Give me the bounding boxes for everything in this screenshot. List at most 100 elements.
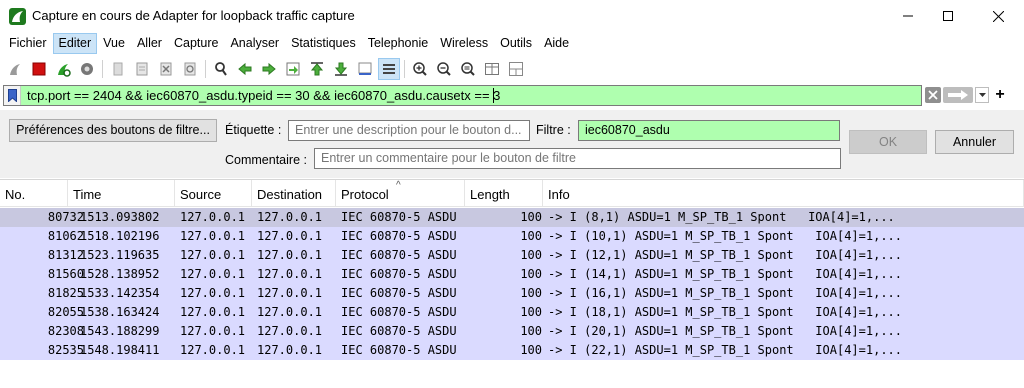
go-forward-button[interactable]: [258, 58, 280, 80]
close-file-button[interactable]: [155, 58, 177, 80]
packet-cell-src: 127.0.0.1: [180, 324, 246, 338]
packet-cell-proto: IEC 60870-5 ASDU: [341, 267, 457, 281]
menu-statistiques[interactable]: Statistiques: [285, 33, 362, 54]
packet-cell-dst: 127.0.0.1: [257, 286, 323, 300]
packet-cell-time: 1533.142354: [80, 286, 160, 300]
main-toolbar: [0, 55, 1024, 83]
menu-editer[interactable]: Editer: [52, 32, 98, 54]
menu-outils[interactable]: Outils: [494, 33, 538, 54]
packet-row[interactable]: 82055 1538.163424 127.0.0.1 127.0.0.1 IEC 60…: [0, 303, 1024, 322]
packet-cell-time: 1518.102196: [80, 229, 160, 243]
filter-input[interactable]: iec60870_asdu: [578, 120, 840, 141]
packet-row[interactable]: 80732 1513.093802 127.0.0.1 127.0.0.1 IEC 60…: [0, 208, 1024, 227]
open-file-icon: [113, 62, 123, 76]
apply-filter-button[interactable]: [943, 87, 973, 103]
start-capture-icon: [10, 64, 20, 75]
packet-cell-proto: IEC 60870-5 ASDU: [341, 305, 457, 319]
restart-capture-button[interactable]: [52, 58, 74, 80]
clear-filter-button[interactable]: [925, 87, 941, 103]
packet-row[interactable]: 81560 1528.138952 127.0.0.1 127.0.0.1 IEC 60…: [0, 265, 1024, 284]
stop-capture-icon: [32, 62, 46, 76]
go-last-button[interactable]: [330, 58, 352, 80]
packet-row[interactable]: 82308 1543.188299 127.0.0.1 127.0.0.1 IEC 60…: [0, 322, 1024, 341]
close-file-icon: [160, 62, 172, 76]
packet-cell-no: 81560: [47, 267, 84, 281]
display-filter-input[interactable]: tcp.port == 2404 && iec60870_asdu.typeid…: [27, 88, 500, 103]
packet-cell-len: 100: [520, 267, 542, 281]
stop-capture-button[interactable]: [28, 58, 50, 80]
menu-telephonie[interactable]: Telephonie: [362, 33, 434, 54]
save-file-icon: [136, 62, 148, 76]
ok-button[interactable]: OK: [849, 130, 927, 154]
packet-cell-info: -> I (8,1) ASDU=1 M_SP_TB_1 Spont IOA[4]…: [548, 210, 895, 224]
add-filter-button[interactable]: +: [993, 86, 1007, 104]
capture-options-button[interactable]: [76, 58, 98, 80]
column-header-protocol[interactable]: Protocol: [336, 180, 465, 207]
menu-wireless[interactable]: Wireless: [434, 33, 494, 54]
zoom-out-button[interactable]: [433, 58, 455, 80]
cancel-button[interactable]: Annuler: [935, 130, 1014, 154]
start-capture-button[interactable]: [4, 58, 26, 80]
packet-cell-info: -> I (12,1) ASDU=1 M_SP_TB_1 Spont IOA[4…: [548, 248, 903, 262]
filter-button-preferences-button[interactable]: Préférences des boutons de filtre...: [9, 119, 217, 142]
label-input[interactable]: Entrer une description pour le bouton d.…: [288, 120, 530, 141]
comment-caption: Commentaire :: [225, 153, 307, 167]
filter-history-dropdown[interactable]: [975, 87, 989, 103]
close-button[interactable]: [975, 0, 1021, 32]
menu-vue[interactable]: Vue: [97, 33, 131, 54]
zoom-in-button[interactable]: [409, 58, 431, 80]
find-packet-icon: [215, 62, 227, 76]
packet-row[interactable]: 81312 1523.119635 127.0.0.1 127.0.0.1 IEC 60…: [0, 246, 1024, 265]
packet-row[interactable]: 81825 1533.142354 127.0.0.1 127.0.0.1 IEC 60…: [0, 284, 1024, 303]
column-header-info[interactable]: Info: [543, 180, 1024, 207]
packet-cell-time: 1513.093802: [80, 210, 160, 224]
reload-file-button[interactable]: [179, 58, 201, 80]
find-packet-button[interactable]: [210, 58, 232, 80]
go-to-packet-button[interactable]: [282, 58, 304, 80]
go-to-packet-icon: [286, 62, 300, 76]
close-icon: [992, 10, 1004, 22]
comment-input[interactable]: Entrer un commentaire pour le bouton de …: [314, 148, 841, 169]
maximize-button[interactable]: [925, 0, 971, 32]
packet-cell-len: 100: [520, 305, 542, 319]
open-file-button[interactable]: [107, 58, 129, 80]
packet-cell-proto: IEC 60870-5 ASDU: [341, 286, 457, 300]
packet-cell-dst: 127.0.0.1: [257, 210, 323, 224]
column-header-destination[interactable]: Destination: [252, 180, 336, 207]
resize-layout-button[interactable]: [505, 58, 527, 80]
save-file-button[interactable]: [131, 58, 153, 80]
auto-scroll-button[interactable]: [354, 58, 376, 80]
column-header-time[interactable]: Time: [68, 180, 175, 207]
normal-size-button[interactable]: [457, 58, 479, 80]
go-back-icon: [238, 62, 252, 76]
packet-cell-src: 127.0.0.1: [180, 305, 246, 319]
menu-fichier[interactable]: Fichier: [3, 33, 53, 54]
wireshark-window: Capture en cours de Adapter for loopback…: [0, 0, 1024, 388]
menu-aide[interactable]: Aide: [538, 33, 575, 54]
menu-aller[interactable]: Aller: [131, 33, 168, 54]
packet-cell-src: 127.0.0.1: [180, 210, 246, 224]
zoom-out-icon: [437, 62, 451, 76]
resize-columns-button[interactable]: [481, 58, 503, 80]
packet-cell-no: 81062: [47, 229, 84, 243]
packet-list[interactable]: ^ No. Time Source Destination Protocol Length…: [0, 179, 1024, 388]
packet-row[interactable]: 81062 1518.102196 127.0.0.1 127.0.0.1 IEC 60…: [0, 227, 1024, 246]
go-back-button[interactable]: [234, 58, 256, 80]
packet-cell-time: 1523.119635: [80, 248, 160, 262]
filter-bookmark-button[interactable]: [4, 86, 21, 105]
display-filter-bar[interactable]: tcp.port == 2404 && iec60870_asdu.typeid…: [3, 85, 922, 106]
packet-cell-no: 82055: [47, 305, 84, 319]
go-first-button[interactable]: [306, 58, 328, 80]
menu-capture[interactable]: Capture: [168, 33, 224, 54]
text-cursor: [493, 88, 494, 103]
packet-row[interactable]: 82535 1548.198411 127.0.0.1 127.0.0.1 IEC 60…: [0, 341, 1024, 360]
colorize-button[interactable]: [378, 58, 400, 80]
menu-analyser[interactable]: Analyser: [224, 33, 285, 54]
column-header-source[interactable]: Source: [175, 180, 252, 207]
packet-cell-proto: IEC 60870-5 ASDU: [341, 210, 457, 224]
packet-cell-src: 127.0.0.1: [180, 248, 246, 262]
column-header-no[interactable]: No.: [0, 180, 68, 207]
column-header-length[interactable]: Length: [465, 180, 543, 207]
packet-cell-src: 127.0.0.1: [180, 267, 246, 281]
packet-cell-time: 1543.188299: [80, 324, 160, 338]
